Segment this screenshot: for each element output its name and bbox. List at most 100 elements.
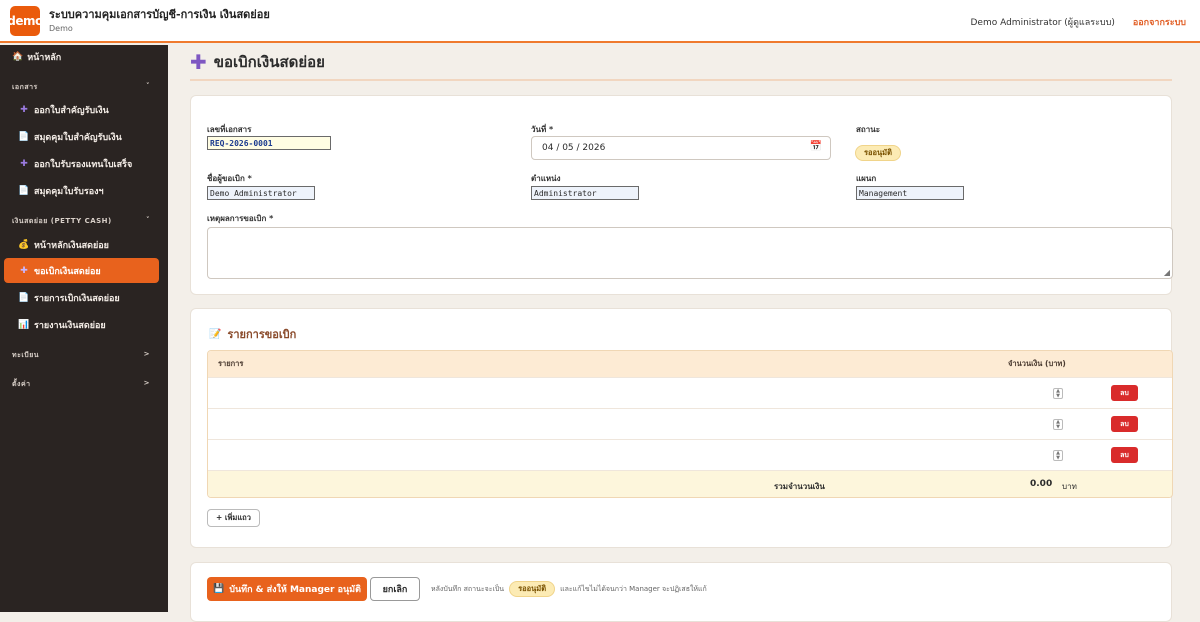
chevron-right-icon: > bbox=[143, 379, 150, 387]
chevron-right-icon: > bbox=[143, 350, 150, 358]
logout-link[interactable]: ออกจากระบบ bbox=[1133, 15, 1186, 29]
calendar-icon[interactable]: 📅 bbox=[810, 141, 822, 152]
item-input[interactable] bbox=[218, 387, 778, 401]
position-field[interactable]: Administrator bbox=[531, 186, 639, 200]
bar-chart-icon: 📊 bbox=[18, 319, 30, 330]
amount-stepper-icon[interactable]: ▲ ▼ bbox=[1053, 388, 1063, 399]
plus-icon: ✚ bbox=[20, 104, 28, 115]
sidebar-item-label: หน้าหลักเงินสดย่อย bbox=[34, 240, 109, 251]
department-label: แผนก bbox=[856, 174, 877, 183]
sidebar-item-label: ขอเบิกเงินสดย่อย bbox=[34, 266, 101, 277]
section-label: เอกสาร bbox=[12, 83, 38, 91]
delete-row-button[interactable]: ลบ bbox=[1111, 416, 1138, 432]
amount-input[interactable] bbox=[828, 387, 1048, 401]
page-title-text: ขอเบิกเงินสดย่อย bbox=[213, 53, 325, 71]
sidebar-item-substitute-receipt[interactable]: ✚ ออกใบรับรองแทนใบเสร็จ bbox=[4, 151, 159, 176]
document-icon: 📄 bbox=[18, 185, 30, 196]
submit-note: หลังบันทึก สถานะจะเป็น รออนุมัติ และแก้ไ… bbox=[431, 581, 707, 597]
brand: ระบบความคุมเอกสารบัญชี-การเงิน เงินสดย่อ… bbox=[49, 9, 270, 33]
requester-label: ชื่อผู้ขอเบิก * bbox=[207, 174, 252, 183]
sidebar-item-label: ออกใบรับรองแทนใบเสร็จ bbox=[34, 159, 133, 170]
resize-grip-icon[interactable]: ◢ bbox=[1164, 268, 1170, 277]
add-row-button[interactable]: + เพิ่มแถว bbox=[207, 509, 260, 527]
col-amount-header: จำนวนเงิน (บาท) bbox=[1008, 359, 1066, 368]
status-badge: รออนุมัติ bbox=[855, 145, 901, 161]
note-status-badge: รออนุมัติ bbox=[509, 581, 556, 597]
document-icon: 📄 bbox=[18, 292, 30, 303]
plus-icon: ✚ bbox=[190, 50, 207, 74]
department-field[interactable]: Management bbox=[856, 186, 964, 200]
sidebar-item-home[interactable]: 🏠 หน้าหลัก bbox=[12, 50, 61, 64]
save-and-submit-button[interactable]: 💾 บันทึก & ส่งให้ Manager อนุมัติ bbox=[207, 577, 367, 601]
table-row: ▲ ▼ ลบ bbox=[208, 377, 1172, 408]
status-label: สถานะ bbox=[856, 125, 880, 134]
amount-stepper-icon[interactable]: ▲ ▼ bbox=[1053, 450, 1063, 461]
plus-icon: ✚ bbox=[20, 265, 28, 276]
sidebar-item-label: สมุดคุมใบสำคัญรับเงิน bbox=[34, 132, 122, 143]
note-suffix: และแก้ไขไม่ได้จนกว่า Manager จะปฏิเสธให้… bbox=[560, 584, 707, 593]
sidebar-item-label: รายการเบิกเงินสดย่อย bbox=[34, 293, 120, 304]
requester-field[interactable]: Demo Administrator bbox=[207, 186, 315, 200]
sidebar: 🏠 หน้าหลัก เอกสาร ˅ ✚ ออกใบสำคัญรับเงิน … bbox=[0, 45, 168, 612]
sidebar-section-documents[interactable]: เอกสาร ˅ bbox=[12, 82, 150, 93]
main-content: ✚ ขอเบิกเงินสดย่อย เลขที่เอกสาร REQ-2026… bbox=[168, 45, 1200, 622]
header-user-area: Demo Administrator (ผู้ดูแลระบบ) ออกจากร… bbox=[970, 15, 1186, 29]
plus-icon: ✚ bbox=[20, 158, 28, 169]
date-field[interactable]: 04 / 05 / 2026 📅 bbox=[531, 136, 831, 160]
sidebar-item-label: สมุดคุมใบรับรองฯ bbox=[34, 186, 104, 197]
amount-input[interactable] bbox=[828, 418, 1048, 432]
total-value: 0.00 bbox=[1030, 479, 1053, 489]
sidebar-item-petty-cash-home[interactable]: 💰 หน้าหลักเงินสดย่อย bbox=[4, 232, 159, 257]
items-card: 📝 รายการขอเบิก รายการ จำนวนเงิน (บาท) ▲ ▼… bbox=[190, 308, 1173, 548]
doc-no-field[interactable]: REQ-2026-0001 bbox=[207, 136, 331, 150]
status-badge-wrap: รออนุมัติ bbox=[855, 140, 901, 161]
sidebar-section-petty-cash[interactable]: เงินสดย่อย (PETTY CASH) ˅ bbox=[12, 216, 150, 227]
document-icon: 📄 bbox=[18, 131, 30, 142]
col-item-header: รายการ bbox=[218, 359, 244, 368]
sidebar-item-receipt-voucher[interactable]: ✚ ออกใบสำคัญรับเงิน bbox=[4, 97, 159, 122]
items-card-header: 📝 รายการขอเบิก bbox=[209, 325, 296, 343]
floppy-disk-icon: 💾 bbox=[213, 584, 225, 594]
chevron-down-icon: ˅ bbox=[146, 82, 150, 90]
sidebar-item-substitute-receipt-book[interactable]: 📄 สมุดคุมใบรับรองฯ bbox=[4, 178, 159, 203]
top-header: demo ระบบความคุมเอกสารบัญชี-การเงิน เงิน… bbox=[0, 0, 1200, 43]
house-icon: 🏠 bbox=[12, 52, 24, 62]
sidebar-section-registry[interactable]: ทะเบียน > bbox=[12, 350, 150, 361]
amount-input[interactable] bbox=[828, 449, 1048, 463]
total-label: รวมจำนวนเงิน bbox=[774, 482, 825, 491]
sidebar-item-label: หน้าหลัก bbox=[27, 53, 62, 63]
cancel-button[interactable]: ยกเลิก bbox=[370, 577, 420, 601]
section-label: ตั้งค่า bbox=[12, 380, 31, 388]
items-card-title: รายการขอเบิก bbox=[227, 328, 297, 341]
date-label: วันที่ * bbox=[531, 125, 554, 134]
delete-row-button[interactable]: ลบ bbox=[1111, 385, 1138, 401]
reason-label: เหตุผลการขอเบิก * bbox=[207, 214, 274, 223]
sidebar-item-petty-cash-report[interactable]: 📊 รายงานเงินสดย่อย bbox=[4, 312, 159, 337]
money-bag-icon: 💰 bbox=[18, 239, 30, 250]
actions-card: 💾 บันทึก & ส่งให้ Manager อนุมัติ ยกเลิก… bbox=[190, 562, 1172, 622]
reason-textarea[interactable]: ◢ bbox=[207, 227, 1173, 279]
position-label: ตำแหน่ง bbox=[531, 174, 561, 183]
sidebar-section-settings[interactable]: ตั้งค่า > bbox=[12, 379, 150, 390]
delete-row-button[interactable]: ลบ bbox=[1111, 447, 1138, 463]
page-title: ✚ ขอเบิกเงินสดย่อย bbox=[190, 50, 325, 74]
chevron-down-icon: ˅ bbox=[146, 216, 150, 224]
total-unit: บาท bbox=[1062, 482, 1077, 491]
item-input[interactable] bbox=[218, 418, 778, 432]
sidebar-item-petty-cash-request[interactable]: ✚ ขอเบิกเงินสดย่อย bbox=[4, 258, 159, 283]
title-divider bbox=[190, 79, 1172, 81]
sidebar-item-label: ออกใบสำคัญรับเงิน bbox=[34, 105, 109, 116]
app-subtitle: Demo bbox=[49, 23, 73, 33]
table-total-row: รวมจำนวนเงิน 0.00 บาท bbox=[208, 470, 1172, 497]
section-label: เงินสดย่อย (PETTY CASH) bbox=[12, 217, 112, 225]
sidebar-item-label: รายงานเงินสดย่อย bbox=[34, 320, 106, 331]
item-input[interactable] bbox=[218, 449, 778, 463]
amount-stepper-icon[interactable]: ▲ ▼ bbox=[1053, 419, 1063, 430]
sidebar-item-petty-cash-list[interactable]: 📄 รายการเบิกเงินสดย่อย bbox=[4, 285, 159, 310]
note-prefix: หลังบันทึก สถานะจะเป็น bbox=[431, 584, 505, 593]
request-form-card: เลขที่เอกสาร REQ-2026-0001 วันที่ * 04 /… bbox=[190, 95, 1173, 295]
app-title: ระบบความคุมเอกสารบัญชี-การเงิน เงินสดย่อ… bbox=[49, 7, 270, 21]
app-logo[interactable]: demo bbox=[7, 5, 43, 36]
current-user: Demo Administrator (ผู้ดูแลระบบ) bbox=[970, 18, 1115, 28]
sidebar-item-receipt-voucher-book[interactable]: 📄 สมุดคุมใบสำคัญรับเงิน bbox=[4, 124, 159, 149]
